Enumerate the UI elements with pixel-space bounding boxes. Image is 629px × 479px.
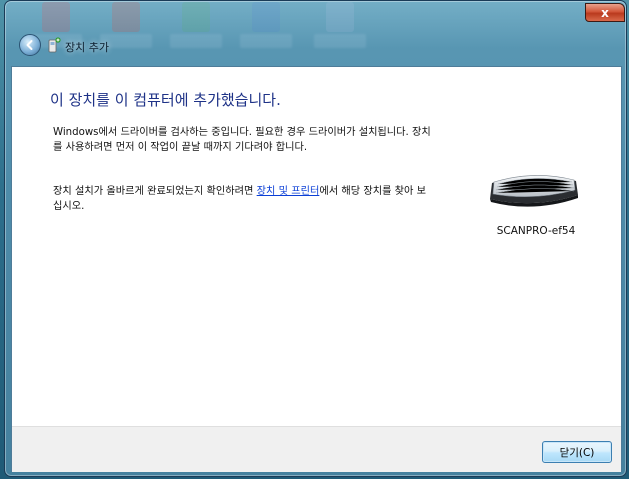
- device-add-icon: [47, 37, 61, 53]
- status-paragraph: Windows에서 드라이버를 검사하는 중입니다. 필요한 경우 드라이버가 …: [53, 127, 431, 153]
- close-button[interactable]: 닫기(C): [542, 441, 612, 463]
- back-arrow-icon: [26, 40, 33, 50]
- dialog-footer: 닫기(C): [12, 426, 621, 472]
- close-icon: x: [601, 5, 609, 20]
- page-heading: 이 장치를 이 컴퓨터에 추가했습니다.: [50, 91, 281, 109]
- title-bar: 장치 추가 x: [5, 1, 626, 65]
- add-device-dialog: 장치 추가 x 이 장치를 이 컴퓨터에 추가했습니다. Windows에서 드…: [4, 0, 627, 477]
- window-title: 장치 추가: [65, 41, 109, 54]
- window-close-button[interactable]: x: [585, 3, 625, 22]
- dialog-content: 이 장치를 이 컴퓨터에 추가했습니다. Windows에서 드라이버를 검사하…: [11, 66, 622, 472]
- device-name-label: SCANPRO-ef54: [496, 225, 576, 237]
- back-button[interactable]: [19, 34, 41, 56]
- devices-and-printers-link[interactable]: 장치 및 프린터: [257, 186, 320, 197]
- keyboard-icon: [486, 163, 582, 215]
- instruction-paragraph: 장치 설치가 올바르게 완료되었는지 확인하려면 장치 및 프린터에서 해당 장…: [53, 184, 433, 214]
- instruction-text: 장치 설치가 올바르게 완료되었는지 확인하려면: [53, 186, 257, 197]
